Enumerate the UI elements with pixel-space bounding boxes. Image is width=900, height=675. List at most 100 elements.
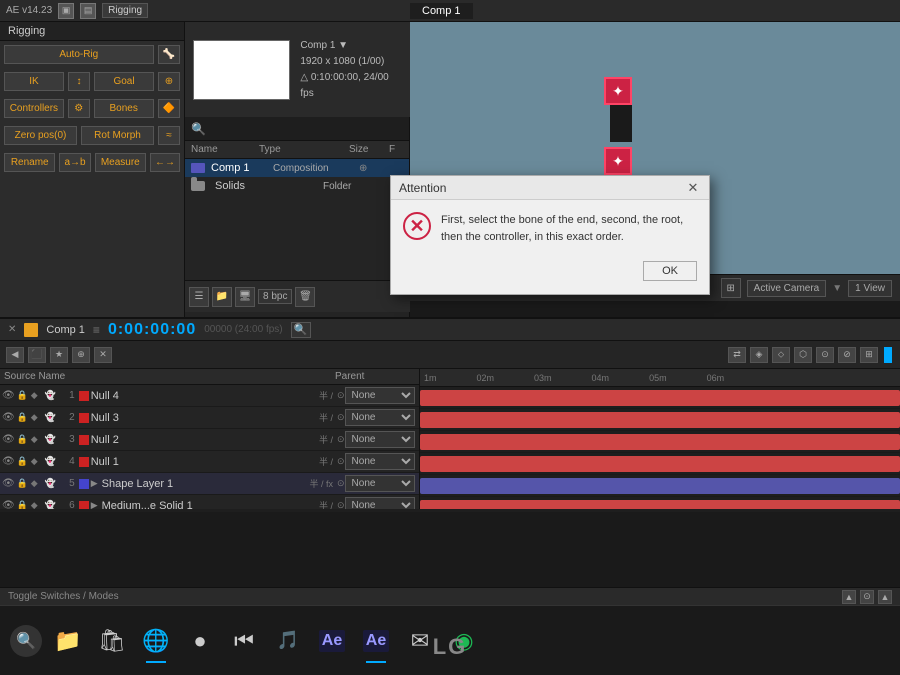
- taskbar-store-btn[interactable]: 🛍: [94, 623, 130, 659]
- visibility-icon[interactable]: 👁: [2, 412, 15, 423]
- lock-icon[interactable]: 🔒: [17, 390, 29, 401]
- shy-icon[interactable]: 👻: [45, 456, 57, 467]
- camera-select[interactable]: Active Camera: [747, 280, 827, 297]
- ik-icon[interactable]: ↕: [68, 72, 90, 91]
- tl-ctrl-5[interactable]: ✕: [94, 347, 112, 363]
- label-icon[interactable]: ◆: [31, 434, 43, 445]
- bottom-btn-3[interactable]: ▲: [878, 590, 892, 604]
- visibility-icon[interactable]: 👁: [2, 390, 15, 401]
- tool-icon-2[interactable]: ▤: [80, 3, 96, 19]
- tl-ctrl-mode5[interactable]: ⊙: [816, 347, 834, 363]
- lock-icon[interactable]: 🔒: [17, 412, 29, 423]
- rename-icon[interactable]: a→b: [59, 153, 90, 172]
- auto-rig-icon[interactable]: 🦴: [158, 45, 180, 64]
- label-icon[interactable]: ◆: [31, 412, 43, 423]
- auto-rig-button[interactable]: Auto-Rig: [4, 45, 154, 64]
- label-icon[interactable]: ◆: [31, 390, 43, 401]
- tl-ctrl-mode1[interactable]: ⇄: [728, 347, 746, 363]
- tab-comp1[interactable]: Comp 1: [410, 3, 473, 19]
- parent-dropdown[interactable]: None: [345, 475, 415, 492]
- bones-button[interactable]: Bones: [94, 99, 154, 118]
- parent-dropdown[interactable]: None: [345, 453, 415, 470]
- search-timeline-icon[interactable]: 🔍: [291, 322, 311, 338]
- visibility-icon[interactable]: 👁: [2, 456, 15, 467]
- parent-dropdown[interactable]: None: [345, 409, 415, 426]
- project-search-bar: 🔍: [185, 117, 409, 141]
- item-type: Composition: [273, 163, 353, 174]
- search-icon: 🔍: [191, 122, 206, 136]
- camera-dropdown-arrow[interactable]: ▼: [832, 283, 842, 294]
- visibility-icon[interactable]: 👁: [2, 434, 15, 445]
- rename-button[interactable]: Rename: [4, 153, 55, 172]
- visibility-icon[interactable]: 👁: [2, 500, 15, 509]
- toolbar-btn-3[interactable]: 🖥: [235, 287, 255, 307]
- visibility-icon[interactable]: 👁: [2, 478, 15, 489]
- tl-ctrl-2[interactable]: ⬛: [28, 347, 46, 363]
- shy-icon[interactable]: 👻: [45, 434, 57, 445]
- tl-ctrl-mode7[interactable]: ⊞: [860, 347, 878, 363]
- taskbar-fl-btn[interactable]: 🎵: [270, 623, 306, 659]
- fl-icon: 🎵: [277, 630, 299, 651]
- taskbar-explorer-btn[interactable]: 📁: [50, 623, 86, 659]
- rot-morph-button[interactable]: Rot Morph: [81, 126, 154, 145]
- label-icon[interactable]: ◆: [31, 500, 43, 509]
- taskbar-media-btn[interactable]: ⏮: [226, 623, 262, 659]
- shy-icon[interactable]: 👻: [45, 390, 57, 401]
- taskbar-edge-btn[interactable]: 🌐: [138, 623, 174, 659]
- measure-icon[interactable]: ←→: [150, 153, 180, 172]
- search-input[interactable]: [206, 123, 403, 135]
- tl-ctrl-mode2[interactable]: ◈: [750, 347, 768, 363]
- lock-icon[interactable]: 🔒: [17, 500, 29, 509]
- label-icon[interactable]: ◆: [31, 478, 43, 489]
- close-comp-btn[interactable]: ✕: [8, 324, 16, 335]
- rot-morph-icon[interactable]: ≈: [158, 126, 180, 145]
- shy-icon[interactable]: 👻: [45, 478, 57, 489]
- tl-ctrl-4[interactable]: ⊕: [72, 347, 90, 363]
- ik-button[interactable]: IK: [4, 72, 64, 91]
- controllers-button[interactable]: Controllers: [4, 99, 64, 118]
- expand-icon[interactable]: ▶: [91, 478, 98, 489]
- explorer-icon: 📁: [54, 628, 81, 654]
- shy-icon[interactable]: 👻: [45, 412, 57, 423]
- mode-dropdown[interactable]: Rigging: [102, 3, 148, 18]
- tl-ctrl-3[interactable]: ★: [50, 347, 68, 363]
- label-icon[interactable]: ◆: [31, 456, 43, 467]
- zero-pos-button[interactable]: Zero pos(0): [4, 126, 77, 145]
- tl-ctrl-mode6[interactable]: ⊘: [838, 347, 856, 363]
- comp-menu-icon[interactable]: ≡: [93, 323, 100, 337]
- toolbar-btn-trash[interactable]: 🗑: [295, 287, 315, 307]
- layer-name: Null 4: [91, 390, 317, 402]
- lock-icon[interactable]: 🔒: [17, 434, 29, 445]
- bones-icon[interactable]: 🔶: [158, 99, 180, 118]
- parent-dropdown[interactable]: None: [345, 497, 415, 509]
- dialog-close-button[interactable]: ✕: [685, 180, 701, 196]
- parent-dropdown[interactable]: None: [345, 431, 415, 448]
- toolbar-btn-1[interactable]: ☰: [189, 287, 209, 307]
- controllers-icon[interactable]: ⚙: [68, 99, 90, 118]
- goal-icon[interactable]: ⊕: [158, 72, 180, 91]
- expand-icon[interactable]: ▶: [91, 500, 98, 509]
- measure-button[interactable]: Measure: [95, 153, 146, 172]
- comp-duration: △ 0:10:00:00, 24/00 fps: [300, 70, 402, 102]
- shy-icon[interactable]: 👻: [45, 500, 57, 509]
- view-icon[interactable]: ⊞: [721, 278, 741, 298]
- bottom-btn-1[interactable]: ▲: [842, 590, 856, 604]
- tool-icon-1[interactable]: ▣: [58, 3, 74, 19]
- goal-button[interactable]: Goal: [94, 72, 154, 91]
- bottom-btn-2[interactable]: ⊙: [860, 590, 874, 604]
- list-item[interactable]: Solids Folder: [185, 177, 409, 195]
- parent-dropdown[interactable]: None: [345, 387, 415, 404]
- view-select[interactable]: 1 View: [848, 280, 892, 297]
- dialog-ok-button[interactable]: OK: [643, 261, 697, 281]
- list-item[interactable]: Comp 1 Composition ⊕: [185, 159, 409, 177]
- lock-icon[interactable]: 🔒: [17, 456, 29, 467]
- taskbar-ae2-btn[interactable]: Ae: [358, 623, 394, 659]
- tl-ctrl-mode4[interactable]: ⬡: [794, 347, 812, 363]
- tl-ctrl-1[interactable]: ◀: [6, 347, 24, 363]
- taskbar-chrome-btn[interactable]: ●: [182, 623, 218, 659]
- taskbar-search-btn[interactable]: 🔍: [10, 625, 42, 657]
- toolbar-btn-2[interactable]: 📁: [212, 287, 232, 307]
- tl-ctrl-mode3[interactable]: ⬦: [772, 347, 790, 363]
- taskbar-ae-btn[interactable]: Ae: [314, 623, 350, 659]
- lock-icon[interactable]: 🔒: [17, 478, 29, 489]
